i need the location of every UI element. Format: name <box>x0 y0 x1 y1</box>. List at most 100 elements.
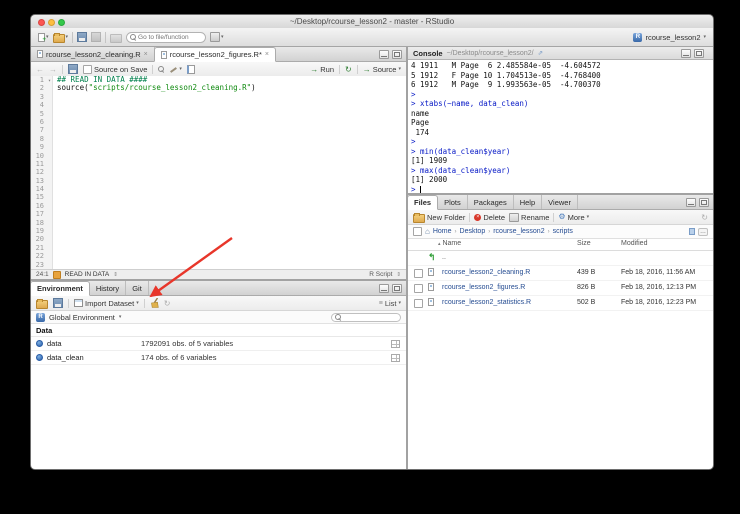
source-label: Source <box>372 64 397 74</box>
file-row[interactable]: rcourse_lesson2_cleaning.R 439 B Feb 18,… <box>408 266 713 281</box>
pane-grid: rcourse_lesson2_cleaning.R × rcourse_les… <box>31 47 713 469</box>
line-number: 8 <box>39 134 44 143</box>
console-body[interactable]: 4 1911 M Page 6 2.485584e-05 -4.604572 5 … <box>408 60 713 193</box>
copy-path-icon[interactable] <box>689 228 695 235</box>
maximize-pane-button[interactable] <box>392 49 402 59</box>
cursor-position: 24:1 <box>36 271 49 278</box>
checkbox-icon[interactable] <box>83 64 92 74</box>
ellipsis-icon[interactable]: … <box>698 227 708 236</box>
refresh-icon[interactable]: ↻ <box>164 299 171 308</box>
source-on-save-toggle[interactable]: Source on Save <box>83 64 147 74</box>
close-icon[interactable]: × <box>144 51 148 58</box>
file-checkbox[interactable] <box>414 269 423 278</box>
column-size[interactable]: Size <box>577 240 591 247</box>
save-button[interactable] <box>77 32 88 42</box>
select-all-checkbox[interactable] <box>413 227 422 236</box>
import-dataset-button[interactable]: Import Dataset ▾ <box>74 299 139 308</box>
load-workspace-button[interactable] <box>36 298 48 309</box>
find-icon[interactable] <box>158 66 165 72</box>
goto-file-search[interactable] <box>126 31 207 43</box>
tab-files[interactable]: Files <box>408 195 439 210</box>
code-line[interactable]: source("scripts/rcourse_lesson2_cleaning… <box>57 84 406 92</box>
open-directory-icon[interactable]: ⇗ <box>538 49 543 57</box>
environment-object-row[interactable]: data 1792091 obs. of 5 variables <box>31 337 406 351</box>
save-all-button[interactable] <box>91 32 102 42</box>
file-link[interactable]: rcourse_lesson2_statistics.R <box>442 299 531 306</box>
breadcrumb-scripts[interactable]: scripts <box>553 228 573 235</box>
file-checkbox[interactable] <box>414 284 423 293</box>
close-icon[interactable]: × <box>265 51 269 58</box>
open-file-button[interactable]: ▾ <box>52 32 68 43</box>
delete-button[interactable]: × Delete <box>474 213 505 222</box>
file-type-menu[interactable]: R Script <box>369 271 392 278</box>
new-folder-button[interactable]: New Folder <box>413 212 465 223</box>
maximize-pane-button[interactable] <box>392 283 402 293</box>
editor-gutter: 1 ▾ 2 3 4 5 6 7 8 9 10 11 12 13 14 15 16 17 18 19 20 21 22 23 <box>31 76 53 269</box>
rerun-icon[interactable]: ↻ <box>345 65 352 74</box>
file-link[interactable]: rcourse_lesson2_cleaning.R <box>442 269 530 276</box>
tab-figures-script[interactable]: rcourse_lesson2_figures.R* × <box>153 47 276 62</box>
goto-file-input[interactable] <box>138 33 201 41</box>
window-title: ~/Desktop/rcourse_lesson2 - master - RSt… <box>289 17 455 26</box>
pane-buttons <box>379 47 406 61</box>
view-table-icon[interactable] <box>391 353 400 362</box>
environment-scope-selector[interactable]: Global Environment <box>49 313 115 322</box>
workspace-panes-button[interactable]: ▾ <box>210 32 224 42</box>
clear-environment-button[interactable] <box>150 298 159 308</box>
refresh-files-icon[interactable]: ↻ <box>701 213 708 222</box>
environment-search[interactable] <box>331 312 401 322</box>
breadcrumb-project[interactable]: rcourse_lesson2 <box>493 228 544 235</box>
source-button[interactable]: → Source ▾ <box>363 65 401 74</box>
tab-viewer[interactable]: Viewer <box>542 195 578 209</box>
project-menu-button[interactable]: R rcourse_lesson2 ▾ <box>633 32 706 42</box>
maximize-pane-button[interactable] <box>699 197 709 207</box>
code-tools-button[interactable]: ▾ <box>169 65 182 74</box>
chevron-down-icon: ▾ <box>398 300 401 306</box>
tab-help[interactable]: Help <box>514 195 543 209</box>
save-workspace-button[interactable] <box>53 298 63 308</box>
code-editor[interactable]: 1 ▾ 2 3 4 5 6 7 8 9 10 11 12 13 14 15 16 17 18 19 20 21 22 23 #… <box>31 75 406 269</box>
display-mode-button[interactable]: ≡ List ▾ <box>379 299 401 308</box>
file-row[interactable]: rcourse_lesson2_figures.R 826 B Feb 18, … <box>408 281 713 296</box>
run-button[interactable]: → Run <box>310 65 334 74</box>
minimize-pane-button[interactable] <box>681 48 691 58</box>
parent-directory-row[interactable]: ↰ .. <box>408 251 713 266</box>
tab-plots[interactable]: Plots <box>438 195 468 209</box>
home-icon: ⌂ <box>425 226 430 236</box>
editor-code[interactable]: ## READ IN DATA #### source("scripts/rcou… <box>53 75 406 269</box>
tab-environment[interactable]: Environment <box>31 281 90 296</box>
rename-button[interactable]: Rename <box>509 212 549 222</box>
compile-report-button[interactable] <box>186 64 195 74</box>
environment-object-row[interactable]: data_clean 174 obs. of 6 variables <box>31 351 406 365</box>
maximize-pane-button[interactable] <box>694 48 704 58</box>
back-icon[interactable]: ← <box>36 65 44 74</box>
file-checkbox[interactable] <box>414 299 423 308</box>
column-modified[interactable]: Modified <box>621 240 647 247</box>
tab-history[interactable]: History <box>90 281 127 295</box>
tab-packages[interactable]: Packages <box>468 195 514 209</box>
divider <box>553 212 555 222</box>
breadcrumb-desktop[interactable]: Desktop <box>460 228 486 235</box>
right-column: Console ~/Desktop/rcourse_lesson2/ ⇗ 4 1… <box>408 47 713 469</box>
column-name[interactable]: ▴ Name <box>438 240 461 247</box>
print-button[interactable] <box>110 33 123 43</box>
section-jump-menu[interactable]: READ IN DATA <box>65 271 110 278</box>
breadcrumb-home[interactable]: Home <box>433 228 452 235</box>
line-number: 23 <box>35 260 44 269</box>
forward-icon[interactable]: → <box>49 65 57 74</box>
minimize-pane-button[interactable] <box>379 49 389 59</box>
save-file-button[interactable] <box>68 64 78 74</box>
new-file-button[interactable]: + ▾ <box>38 32 49 43</box>
tab-git[interactable]: Git <box>126 281 149 295</box>
file-row[interactable]: rcourse_lesson2_statistics.R 502 B Feb 1… <box>408 296 713 311</box>
minimize-pane-button[interactable] <box>686 197 696 207</box>
file-link[interactable]: rcourse_lesson2_figures.R <box>442 284 525 291</box>
divider <box>105 31 107 43</box>
view-table-icon[interactable] <box>391 339 400 348</box>
object-description: 174 obs. of 6 variables <box>141 353 217 362</box>
minimize-pane-button[interactable] <box>379 283 389 293</box>
file-modified: Feb 18, 2016, 12:13 PM <box>621 284 697 291</box>
more-button[interactable]: ⚙ More ▾ <box>558 213 589 222</box>
tab-label: rcourse_lesson2_cleaning.R <box>46 49 141 59</box>
tab-cleaning-script[interactable]: rcourse_lesson2_cleaning.R × <box>31 47 155 61</box>
